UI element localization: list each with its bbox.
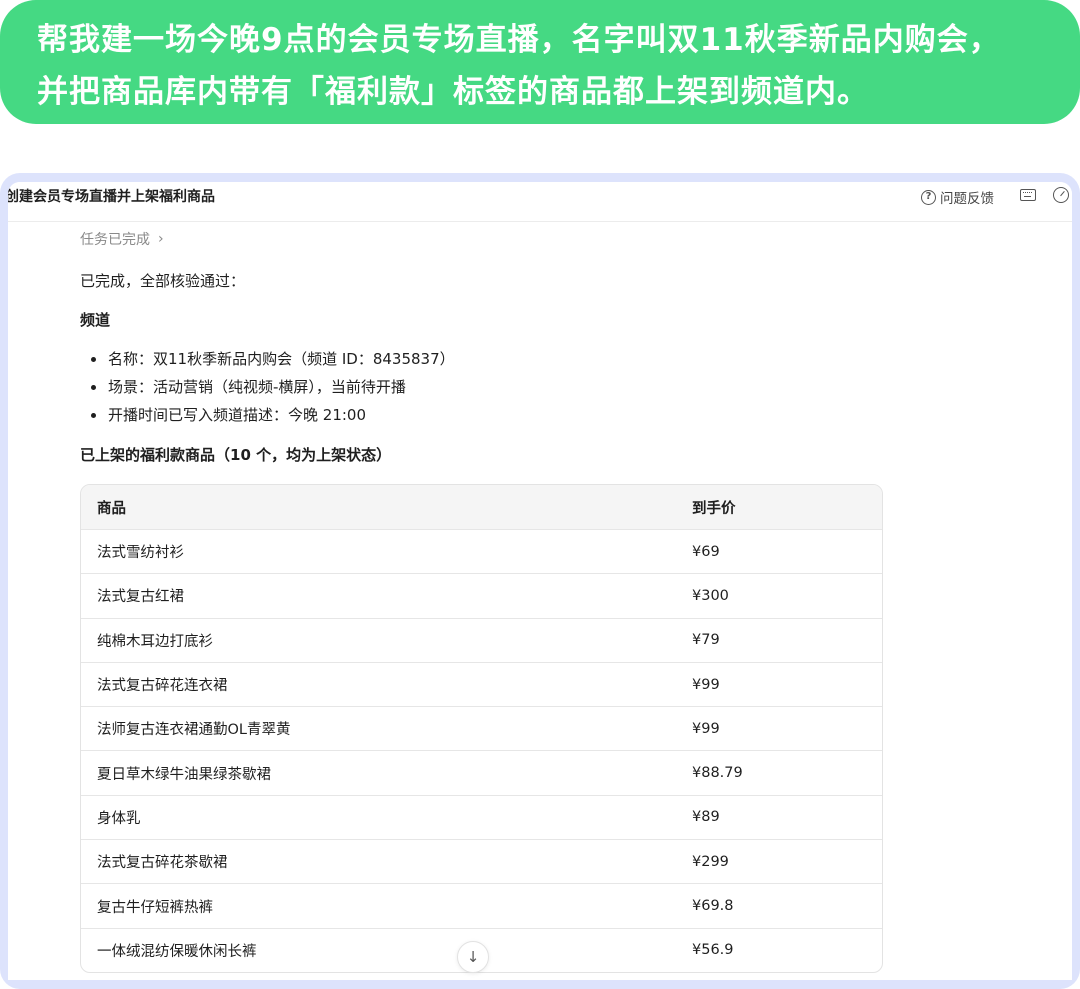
window-title: 创建会员专场直播并上架福利商品 — [8, 189, 215, 205]
summary-text: 已完成，全部核验通过： — [80, 272, 246, 290]
list-item: 场景：活动营销（纯视频-横屏），当前待开播 — [80, 375, 455, 403]
product-price-cell: ¥99 — [692, 720, 720, 737]
product-name-cell: 复古牛仔短裤热裤 — [97, 899, 213, 916]
help-circle-icon: ? — [921, 189, 936, 205]
table-header-row: 商品 到手价 — [81, 485, 882, 529]
products-table: 商品 到手价 法式雪纺衬衫 ¥69 法式复古红裙 ¥300 纯棉木耳边打底衫 ¥… — [80, 484, 883, 973]
product-name-cell: 法式复古红裙 — [97, 589, 184, 606]
product-price-cell: ¥99 — [692, 676, 720, 693]
prompt-bubble: 帮我建一场今晚9点的会员专场直播，名字叫双11秋季新品内购会， 并把商品库内带有… — [0, 0, 1080, 124]
product-price-cell: ¥300 — [692, 587, 729, 604]
arrow-down-icon: ↓ — [466, 948, 480, 966]
product-price-cell: ¥79 — [692, 632, 720, 649]
chat-window: 创建会员专场直播并上架福利商品 ? 问题反馈 任务已完成 › 已完成，全部核验通… — [8, 182, 1072, 980]
table-row: 法式复古碎花茶歇裙 ¥299 — [81, 839, 882, 883]
keyboard-icon[interactable] — [1020, 189, 1036, 201]
channel-list: 名称：双11秋季新品内购会（频道 ID：8435837） 场景：活动营销（纯视频… — [80, 347, 455, 431]
gauge-icon[interactable] — [1053, 187, 1069, 203]
task-status-label: 任务已完成 — [80, 232, 150, 248]
product-name-cell: 夏日草木绿牛油果绿茶歇裙 — [97, 766, 271, 783]
list-item: 开播时间已写入频道描述：今晚 21:00 — [80, 403, 455, 431]
title-bar: 创建会员专场直播并上架福利商品 ? 问题反馈 — [8, 182, 1072, 222]
table-row: 夏日草木绿牛油果绿茶歇裙 ¥88.79 — [81, 750, 882, 794]
prompt-line-2: 并把商品库内带有「福利款」标签的商品都上架到频道内。 — [37, 74, 869, 110]
product-price-cell: ¥89 — [692, 809, 720, 826]
table-row: 法式雪纺衬衫 ¥69 — [81, 529, 882, 573]
chevron-right-icon: › — [158, 231, 164, 247]
product-name-cell: 法式复古碎花茶歇裙 — [97, 855, 228, 872]
prompt-line-1: 帮我建一场今晚9点的会员专场直播，名字叫双11秋季新品内购会， — [37, 22, 1001, 58]
list-item: 名称：双11秋季新品内购会（频道 ID：8435837） — [80, 347, 455, 375]
product-price-cell: ¥88.79 — [692, 765, 743, 782]
column-header-product: 商品 — [97, 500, 126, 517]
table-row: 法师复古连衣裙通勤OL青翠黄 ¥99 — [81, 706, 882, 750]
table-row: 法式复古红裙 ¥300 — [81, 573, 882, 617]
product-name-cell: 身体乳 — [97, 810, 141, 827]
feedback-button[interactable]: ? 问题反馈 — [921, 187, 994, 207]
products-heading: 已上架的福利款商品（10 个，均为上架状态） — [80, 446, 392, 464]
product-name-cell: 法式雪纺衬衫 — [97, 545, 184, 562]
product-price-cell: ¥56.9 — [692, 942, 734, 959]
table-row: 身体乳 ¥89 — [81, 794, 882, 839]
product-name-cell: 法师复古连衣裙通勤OL青翠黄 — [97, 722, 291, 739]
product-name-cell: 法式复古碎花连衣裙 — [97, 678, 228, 695]
task-status-toggle[interactable]: 任务已完成 › — [80, 229, 164, 249]
scroll-to-bottom-button[interactable]: ↓ — [457, 941, 489, 973]
product-name-cell: 纯棉木耳边打底衫 — [97, 633, 213, 650]
table-row: 复古牛仔短裤热裤 ¥69.8 — [81, 883, 882, 927]
app-frame: 创建会员专场直播并上架福利商品 ? 问题反馈 任务已完成 › 已完成，全部核验通… — [0, 173, 1080, 989]
product-price-cell: ¥299 — [692, 853, 729, 870]
feedback-label: 问题反馈 — [940, 191, 994, 207]
table-row: 法式复古碎花连衣裙 ¥99 — [81, 661, 882, 706]
product-price-cell: ¥69 — [692, 543, 720, 560]
column-header-price: 到手价 — [692, 500, 736, 517]
product-price-cell: ¥69.8 — [692, 898, 734, 915]
table-row: 纯棉木耳边打底衫 ¥79 — [81, 617, 882, 662]
product-name-cell: 一体绒混纺保暖休闲长裤 — [97, 943, 257, 960]
channel-heading: 频道 — [80, 311, 111, 329]
